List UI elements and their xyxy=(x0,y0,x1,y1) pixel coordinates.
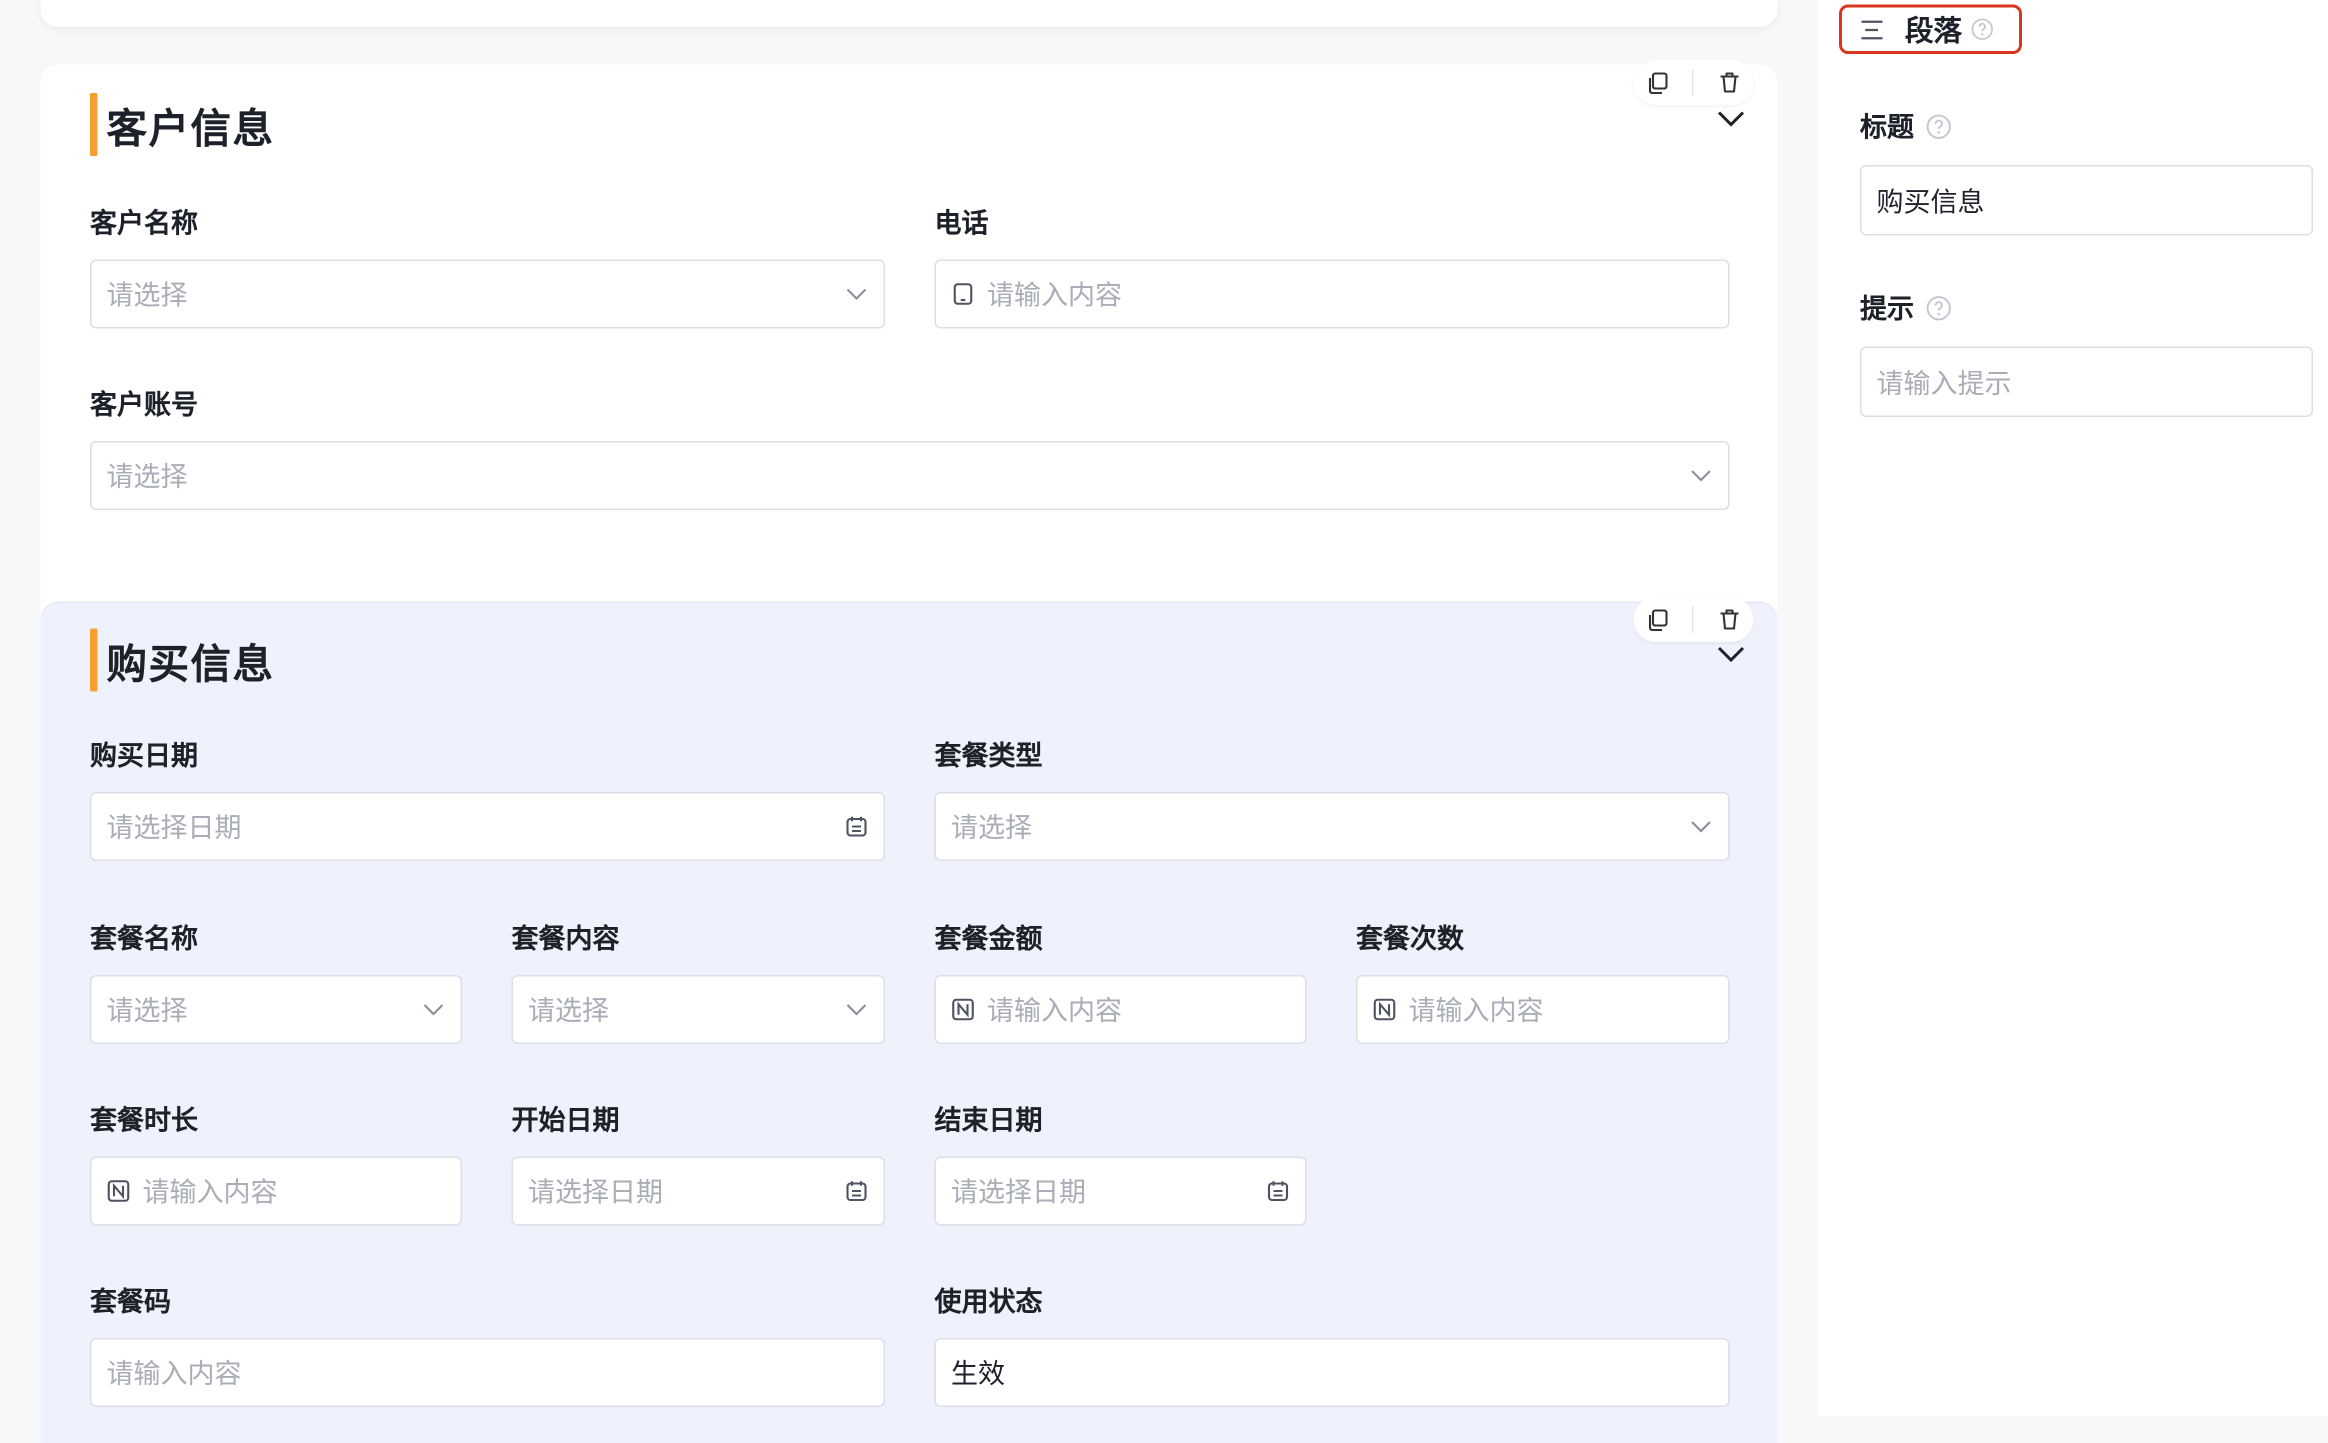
calendar-icon xyxy=(1267,1181,1289,1202)
chevron-down-icon xyxy=(846,288,867,300)
paragraph-tab[interactable]: 段落 xyxy=(1839,4,2022,54)
number-icon xyxy=(952,998,974,1021)
property-panel: 段落 标题 购买信息 提示 请输入提示 xyxy=(1818,0,2328,1416)
chevron-down-icon xyxy=(846,1004,867,1016)
package-times-input[interactable]: 请输入内容 xyxy=(1356,975,1730,1044)
copy-icon[interactable] xyxy=(1645,608,1669,632)
package-content-select[interactable]: 请选择 xyxy=(511,975,885,1044)
end-date-picker[interactable]: 请选择日期 xyxy=(934,1156,1307,1226)
hint-field-label: 提示 xyxy=(1860,288,1952,327)
customer-name-label: 客户名称 xyxy=(90,208,198,241)
phone-icon xyxy=(953,283,973,305)
help-icon[interactable] xyxy=(1926,113,1952,139)
package-name-select[interactable]: 请选择 xyxy=(90,975,462,1044)
customer-account-select[interactable]: 请选择 xyxy=(90,441,1730,510)
customer-account-label: 客户账号 xyxy=(90,390,198,422)
section-title-text: 客户信息 xyxy=(106,105,275,153)
trash-icon[interactable] xyxy=(1718,71,1742,95)
chevron-down-icon[interactable] xyxy=(1717,645,1745,663)
package-content-label: 套餐内容 xyxy=(511,924,620,956)
section-accent-bar xyxy=(90,628,98,692)
trash-icon[interactable] xyxy=(1718,608,1742,632)
package-amount-input[interactable]: 请输入内容 xyxy=(934,975,1307,1044)
package-type-label: 套餐类型 xyxy=(934,741,1043,773)
usage-status-input[interactable]: 生效 xyxy=(934,1338,1730,1407)
package-duration-label: 套餐时长 xyxy=(90,1105,198,1138)
number-icon xyxy=(1373,998,1396,1021)
start-date-label: 开始日期 xyxy=(511,1105,620,1138)
title-input[interactable]: 购买信息 xyxy=(1860,165,2313,236)
section-actions xyxy=(1633,597,1754,642)
usage-status-label: 使用状态 xyxy=(934,1287,1043,1319)
hint-input[interactable]: 请输入提示 xyxy=(1860,346,2313,417)
previous-section-card xyxy=(40,0,1778,27)
section-title-text: 购买信息 xyxy=(106,641,275,688)
package-duration-input[interactable]: 请输入内容 xyxy=(90,1156,462,1226)
purchase-date-picker[interactable]: 请选择日期 xyxy=(90,792,885,861)
customer-section[interactable]: 客户信息 xyxy=(40,60,1778,635)
chevron-down-icon xyxy=(423,1004,444,1016)
title-field-label: 标题 xyxy=(1860,107,1952,146)
package-times-label: 套餐次数 xyxy=(1356,924,1464,956)
help-icon[interactable] xyxy=(1926,295,1952,321)
customer-name-select[interactable]: 请选择 xyxy=(90,259,885,329)
calendar-icon xyxy=(846,816,867,837)
package-name-label: 套餐名称 xyxy=(90,924,198,956)
package-code-input[interactable]: 请输入内容 xyxy=(90,1338,885,1407)
section-accent-bar xyxy=(90,93,98,156)
package-code-label: 套餐码 xyxy=(90,1287,171,1319)
chevron-down-icon xyxy=(1691,821,1711,833)
package-amount-label: 套餐金额 xyxy=(934,924,1043,956)
help-icon[interactable] xyxy=(1971,18,1994,41)
section-title: 客户信息 xyxy=(90,93,275,156)
phone-label: 电话 xyxy=(934,208,989,241)
copy-icon[interactable] xyxy=(1645,71,1669,95)
phone-input[interactable]: 请输入内容 xyxy=(934,259,1730,329)
paragraph-tab-label: 段落 xyxy=(1905,15,1963,48)
package-type-select[interactable]: 请选择 xyxy=(934,792,1730,861)
chevron-down-icon[interactable] xyxy=(1717,110,1745,128)
section-title: 购买信息 xyxy=(90,628,275,692)
end-date-label: 结束日期 xyxy=(934,1105,1043,1138)
chevron-down-icon xyxy=(1691,470,1711,482)
section-actions xyxy=(1633,60,1754,105)
paragraph-icon xyxy=(1861,19,1883,39)
calendar-icon xyxy=(846,1181,867,1202)
purchase-date-label: 购买日期 xyxy=(90,741,198,773)
number-icon xyxy=(107,1180,130,1202)
start-date-picker[interactable]: 请选择日期 xyxy=(511,1156,885,1226)
